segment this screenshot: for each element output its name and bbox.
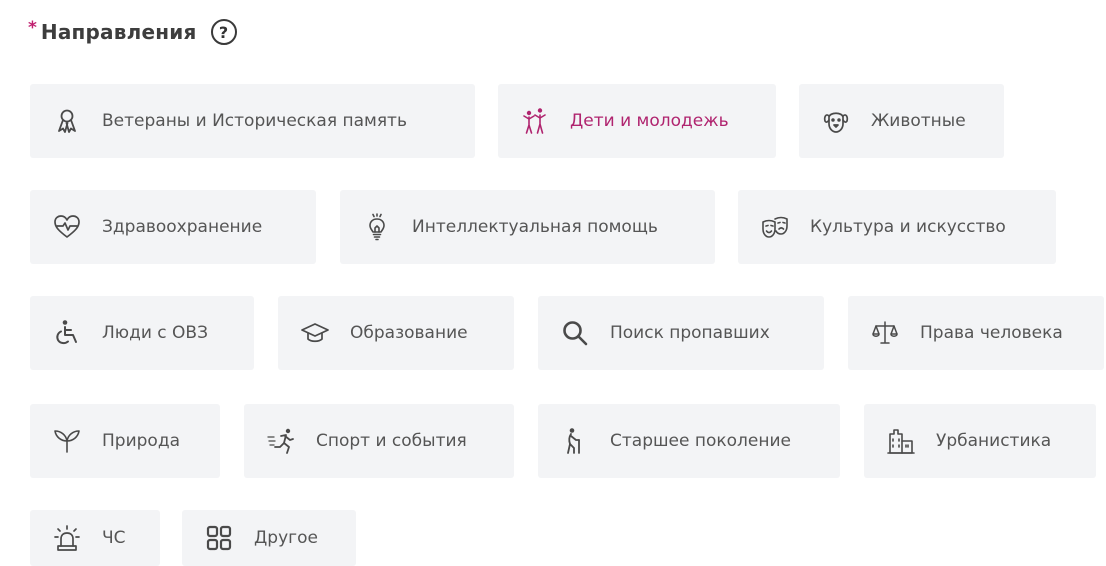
direction-label: Ветераны и Историческая память xyxy=(102,111,407,131)
dog-icon xyxy=(821,106,851,136)
direction-label: Спорт и события xyxy=(316,431,467,451)
direction-chip-animals[interactable]: Животные xyxy=(799,84,1004,158)
direction-chip-emergency[interactable]: ЧС xyxy=(30,510,160,566)
search-icon xyxy=(560,318,590,348)
ribbon-icon xyxy=(52,106,82,136)
direction-chip-children[interactable]: Дети и молодежь xyxy=(498,84,776,158)
direction-label: Животные xyxy=(871,111,966,131)
section-title: Направления xyxy=(40,20,197,44)
heart-pulse-icon xyxy=(52,212,82,242)
runner-icon xyxy=(266,426,296,456)
direction-label: Здравоохранение xyxy=(102,217,263,237)
direction-chip-sport[interactable]: Спорт и события xyxy=(244,404,514,478)
direction-label: Интеллектуальная помощь xyxy=(412,217,658,237)
direction-label: Права человека xyxy=(920,323,1063,343)
direction-label: Люди с ОВЗ xyxy=(102,323,208,343)
direction-label: Природа xyxy=(102,431,180,451)
children-icon xyxy=(520,106,550,136)
elderly-icon xyxy=(560,426,590,456)
graduation-cap-icon xyxy=(300,318,330,348)
direction-chip-intellectual[interactable]: Интеллектуальная помощь xyxy=(340,190,715,264)
direction-chip-nature[interactable]: Природа xyxy=(30,404,220,478)
direction-chip-disabilities[interactable]: Люди с ОВЗ xyxy=(30,296,254,370)
direction-chip-elderly[interactable]: Старшее поколение xyxy=(538,404,840,478)
wheelchair-icon xyxy=(52,318,82,348)
alarm-light-icon xyxy=(52,523,82,553)
directions-header: * Направления ? xyxy=(28,14,237,50)
direction-chip-human-rights[interactable]: Права человека xyxy=(848,296,1104,370)
direction-label: Другое xyxy=(254,528,318,548)
direction-label: ЧС xyxy=(102,528,126,548)
direction-label: Старшее поколение xyxy=(610,431,791,451)
direction-label: Поиск пропавших xyxy=(610,323,770,343)
scales-icon xyxy=(870,318,900,348)
sprout-icon xyxy=(52,426,82,456)
theater-masks-icon xyxy=(760,212,790,242)
buildings-icon xyxy=(886,426,916,456)
direction-label: Культура и искусство xyxy=(810,217,1006,237)
direction-chip-veterans[interactable]: Ветераны и Историческая память xyxy=(30,84,475,158)
direction-chip-healthcare[interactable]: Здравоохранение xyxy=(30,190,316,264)
help-icon[interactable]: ? xyxy=(210,19,237,45)
direction-label: Урбанистика xyxy=(936,431,1052,451)
grid-icon xyxy=(204,523,234,553)
direction-chip-culture[interactable]: Культура и искусство xyxy=(738,190,1056,264)
required-mark: * xyxy=(28,18,37,38)
direction-chip-urbanism[interactable]: Урбанистика xyxy=(864,404,1096,478)
direction-label: Образование xyxy=(350,323,468,343)
lightbulb-icon xyxy=(362,212,392,242)
direction-chip-search-missing[interactable]: Поиск пропавших xyxy=(538,296,824,370)
direction-chip-other[interactable]: Другое xyxy=(182,510,356,566)
direction-label: Дети и молодежь xyxy=(570,111,729,131)
direction-chip-education[interactable]: Образование xyxy=(278,296,514,370)
